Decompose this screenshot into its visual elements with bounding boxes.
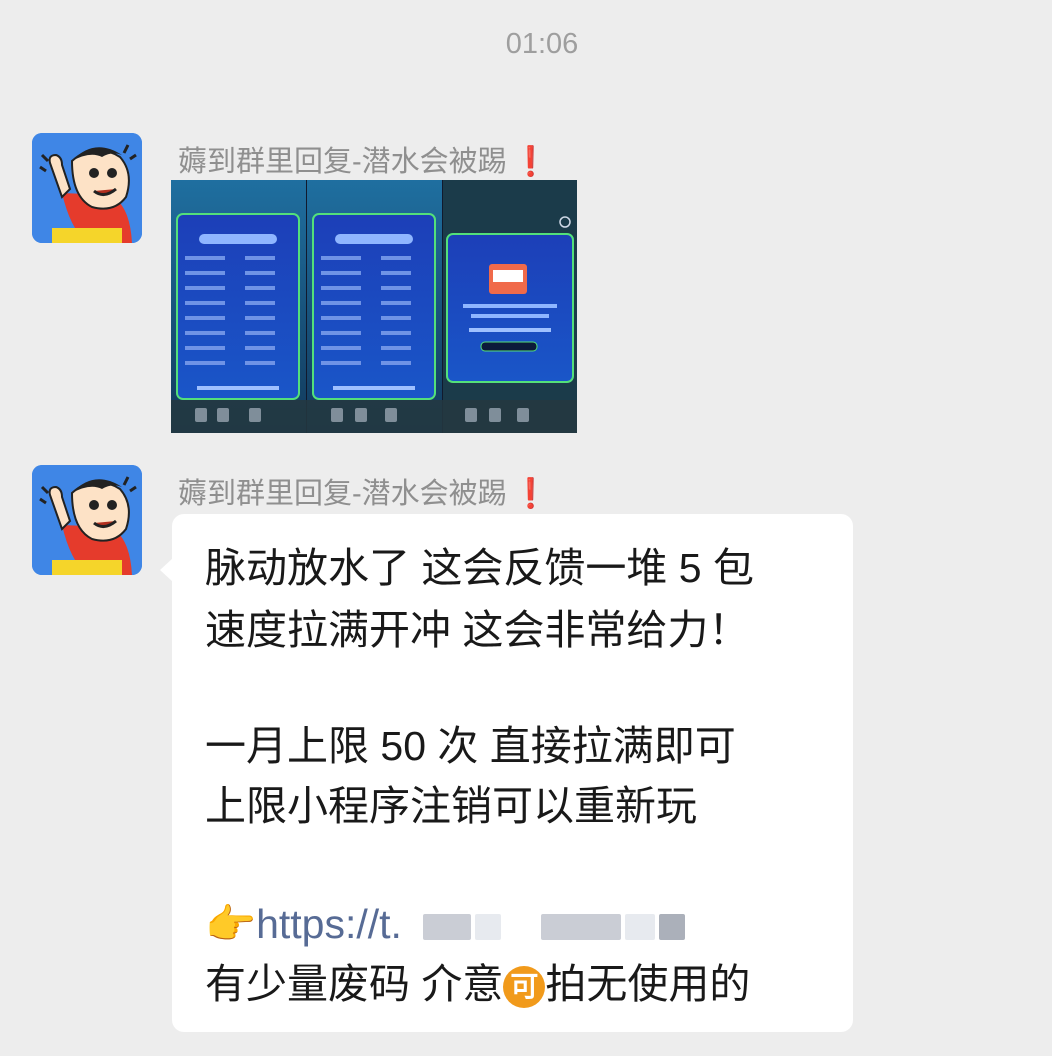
redacted-region <box>413 901 689 947</box>
exclamation-icon: ❗ <box>512 146 549 178</box>
chat-timestamp: 01:06 <box>505 28 579 60</box>
message-line: 一月上限 50 次 直接拉满即可 <box>205 723 736 769</box>
message-text: 拍无使用的 <box>545 961 751 1007</box>
sender-name-text: 薅到群里回复-潜水会被踢 <box>178 146 507 178</box>
message-line: 上限小程序注销可以重新玩 <box>205 783 697 829</box>
sender-name-text: 薅到群里回复-潜水会被踢 <box>178 478 507 510</box>
message-line: 脉动放水了 这会反馈一堆 5 包 <box>205 545 754 591</box>
link-line: 👉https://t. <box>205 900 689 948</box>
message-line: 有少量废码 介意可拍无使用的 <box>205 960 751 1009</box>
message-link[interactable]: https://t. <box>256 901 402 947</box>
avatar[interactable] <box>32 133 142 243</box>
ke-emoji-icon: 可 <box>503 966 546 1009</box>
exclamation-icon: ❗ <box>512 478 549 510</box>
text-message-bubble[interactable]: 脉动放水了 这会反馈一堆 5 包 速度拉满开冲 这会非常给力！ 一月上限 50 … <box>160 514 853 1032</box>
sender-name: 薅到群里回复-潜水会被踢 ❗ <box>178 138 549 180</box>
avatar[interactable] <box>32 465 142 575</box>
sender-name: 薅到群里回复-潜水会被踢 ❗ <box>178 470 549 512</box>
pointing-hand-icon: 👉 <box>205 901 257 947</box>
image-message[interactable] <box>171 180 577 433</box>
message-line: 速度拉满开冲 这会非常给力！ <box>205 607 750 653</box>
message-text: 有少量废码 介意 <box>205 961 504 1007</box>
